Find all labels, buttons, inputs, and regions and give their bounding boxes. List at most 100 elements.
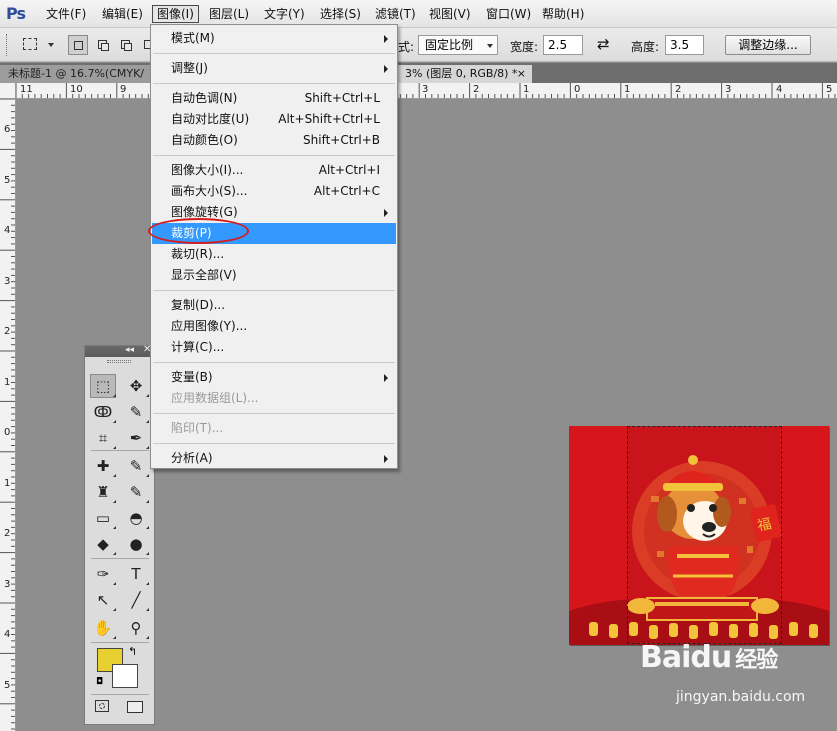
menu-separator: [153, 443, 395, 444]
ruler-top-label: 5: [826, 84, 833, 95]
image-menu-item[interactable]: 计算(C)...: [152, 337, 396, 358]
ruler-top-label: 1: [523, 84, 530, 95]
menu-item-label: 变量(B): [171, 370, 213, 384]
baidu-watermark: Baidu 经验 jingyan.baidu.com: [640, 632, 830, 712]
menu-item-shortcut: Alt+Ctrl+C: [313, 184, 380, 198]
menu-separator: [153, 290, 395, 291]
image-menu-item[interactable]: 画布大小(S)... Alt+Ctrl+C: [152, 181, 396, 202]
default-colors-icon[interactable]: ◘: [96, 677, 103, 687]
screen-mode-icon[interactable]: [127, 701, 143, 713]
image-menu-item[interactable]: 模式(M): [152, 28, 396, 49]
ruler-left-label: 2: [4, 326, 11, 337]
image-menu-item[interactable]: 复制(D)...: [152, 295, 396, 316]
menu-item-label: 显示全部(V): [171, 268, 237, 282]
menu-item-label: 应用数据组(L)...: [171, 391, 259, 405]
tool-flyout-marker: [146, 636, 149, 639]
image-menu-item[interactable]: 自动色调(N) Shift+Ctrl+L: [152, 88, 396, 109]
marquee-preset-icon[interactable]: [23, 38, 37, 50]
ruler-left-label: 1: [4, 478, 11, 489]
image-menu-item[interactable]: 裁切(R)...: [152, 244, 396, 265]
menu-help[interactable]: 帮助(H): [538, 5, 588, 23]
width-label: 宽度:: [510, 40, 539, 54]
menu-item-label: 计算(C)...: [171, 340, 225, 354]
menu-item-shortcut: Alt+Shift+Ctrl+L: [278, 112, 380, 126]
tool-flyout-marker: [113, 394, 116, 397]
swap-colors-icon[interactable]: ↰: [128, 645, 137, 658]
add-selection-icon[interactable]: [93, 35, 113, 55]
image-menu-item[interactable]: 自动对比度(U) Alt+Shift+Ctrl+L: [152, 109, 396, 130]
new-selection-icon[interactable]: [68, 35, 88, 55]
tool-flyout-marker: [113, 582, 116, 585]
menu-window[interactable]: 窗口(W): [482, 5, 535, 23]
menu-separator: [153, 83, 395, 84]
submenu-arrow-icon: [384, 65, 388, 73]
tool-flyout-marker: [113, 636, 116, 639]
menu-separator: [153, 53, 395, 54]
tool-flyout-marker: [113, 446, 116, 449]
image-menu-item[interactable]: 显示全部(V): [152, 265, 396, 286]
ruler-left-label: 5: [4, 175, 11, 186]
ruler-left-label: 4: [4, 225, 11, 236]
menu-image[interactable]: 图像(I): [152, 5, 199, 23]
refine-edge-button[interactable]: 调整边缘...: [725, 35, 811, 55]
image-menu-item[interactable]: 自动颜色(O) Shift+Ctrl+B: [152, 130, 396, 151]
tool-flyout-marker: [146, 552, 149, 555]
image-menu-item: 应用数据组(L)...: [152, 388, 396, 409]
tools-grip[interactable]: [107, 360, 131, 363]
watermark-brand: Baidu 经验: [640, 640, 778, 675]
ruler-left-label: 4: [4, 629, 11, 640]
tool-flyout-marker: [146, 526, 149, 529]
menu-item-label: 模式(M): [171, 31, 215, 45]
menu-file[interactable]: 文件(F): [42, 5, 90, 23]
quick-mask-icon[interactable]: [95, 700, 109, 712]
menu-item-label: 分析(A): [171, 451, 213, 465]
menu-edit[interactable]: 编辑(E): [98, 5, 147, 23]
menu-view[interactable]: 视图(V): [425, 5, 475, 23]
image-menu-item[interactable]: 调整(J): [152, 58, 396, 79]
menu-item-label: 图像大小(I)...: [171, 163, 244, 177]
tools-divider: [91, 450, 149, 451]
menu-item-label: 自动颜色(O): [171, 133, 238, 147]
image-menu-item[interactable]: 分析(A): [152, 448, 396, 469]
image-menu-item[interactable]: 变量(B): [152, 367, 396, 388]
tab-current-label: 3% (图层 0, RGB/8) *: [405, 67, 518, 80]
image-menu-item: 陷印(T)...: [152, 418, 396, 439]
collapse-icon[interactable]: ◂◂: [125, 345, 134, 355]
preset-caret-icon[interactable]: [48, 43, 54, 47]
ruler-left: 6 5 4 3 2 1 0 1 2 3 4 5: [0, 99, 16, 731]
menu-item-label: 画布大小(S)...: [171, 184, 248, 198]
image-menu-dropdown: 模式(M) 调整(J) 自动色调(N) Shift+Ctrl+L 自动对比度(U) Alt…: [150, 24, 398, 469]
ruler-top-label: 3: [725, 84, 732, 95]
tool-flyout-marker: [113, 420, 116, 423]
image-menu-item[interactable]: 图像大小(I)... Alt+Ctrl+I: [152, 160, 396, 181]
ruler-top-label: 9: [120, 84, 127, 95]
tools-panel-header[interactable]: ◂◂ ✕: [85, 344, 154, 357]
background-color-swatch[interactable]: [112, 664, 138, 688]
tools-panel: ◂◂ ✕ ⬚ ✥ ↂ ✎ ⌗ ✒ ✚ ✎ ♜ ✎ ▭ ◓ ◆ ● ✑ T ↖ ╱ ✋ ⚲ ↰ ◘: [84, 344, 155, 725]
submenu-arrow-icon: [384, 455, 388, 463]
tab-current-document[interactable]: 3% (图层 0, RGB/8) * ×: [397, 65, 532, 83]
width-field[interactable]: 2.5: [543, 35, 583, 55]
menu-item-label: 自动色调(N): [171, 91, 238, 105]
submenu-arrow-icon: [384, 374, 388, 382]
selection-marquee[interactable]: [627, 426, 782, 644]
tool-flyout-marker: [113, 608, 116, 611]
tool-flyout-marker: [113, 474, 116, 477]
menu-layer[interactable]: 图层(L): [205, 5, 253, 23]
ruler-top: 11 10 9 3 2 1 0 1 2 3 4 5: [16, 83, 837, 99]
close-icon[interactable]: ×: [517, 65, 526, 82]
menu-filter[interactable]: 滤镜(T): [371, 5, 420, 23]
height-field[interactable]: 3.5: [665, 35, 704, 55]
subtract-selection-icon[interactable]: [116, 35, 136, 55]
image-menu-item[interactable]: 应用图像(Y)...: [152, 316, 396, 337]
crop-highlight-annotation: [148, 218, 249, 244]
menu-type[interactable]: 文字(Y): [260, 5, 309, 23]
menu-item-label: 应用图像(Y)...: [171, 319, 248, 333]
menu-separator: [153, 413, 395, 414]
style-select[interactable]: 固定比例: [418, 35, 498, 55]
swap-arrows-icon[interactable]: ⇄: [597, 35, 610, 53]
menu-select[interactable]: 选择(S): [316, 5, 365, 23]
document-tabs: 未标题-1 @ 16.7%(CMYK/ 3% (图层 0, RGB/8) * ×: [0, 63, 837, 83]
ruler-left-label: 1: [4, 377, 11, 388]
tab-untitled-1[interactable]: 未标题-1 @ 16.7%(CMYK/: [0, 65, 151, 83]
